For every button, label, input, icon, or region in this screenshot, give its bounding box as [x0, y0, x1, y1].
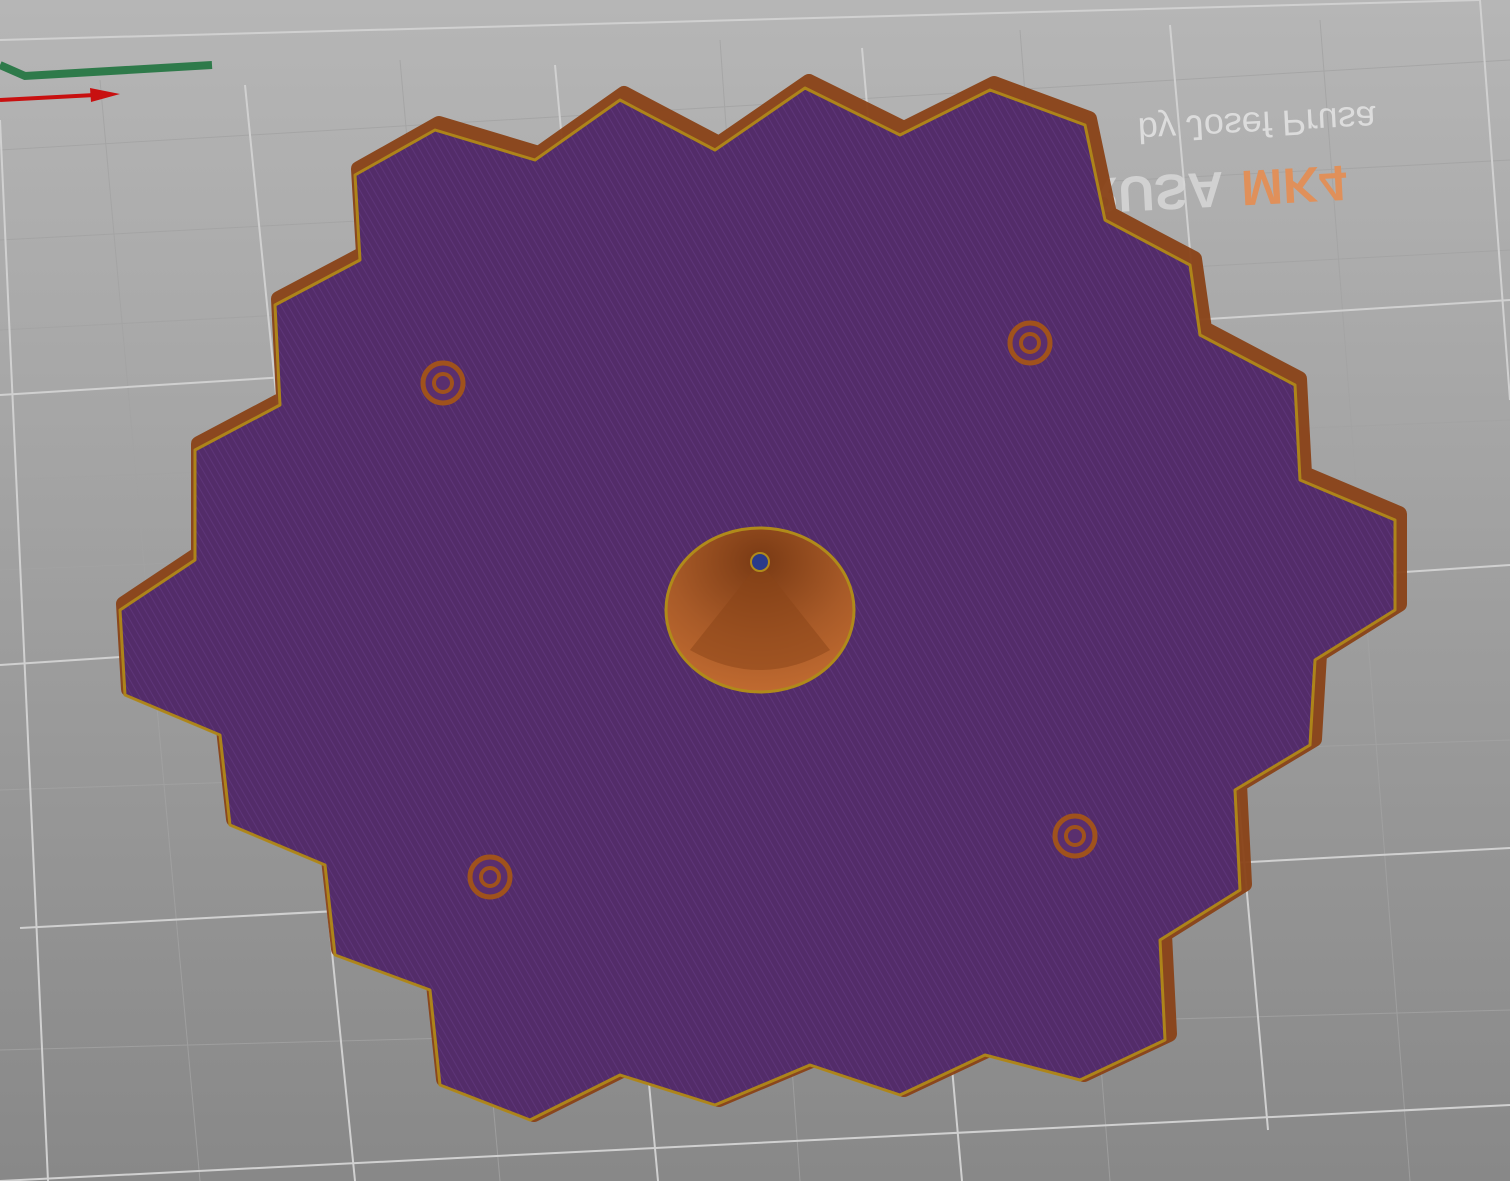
mounting-hole: [420, 360, 466, 406]
cone-tip: [750, 552, 770, 572]
mounting-hole: [1007, 320, 1053, 366]
mounting-hole: [467, 854, 513, 900]
bed-logo-mk4: MK4: [1240, 155, 1349, 216]
mounting-hole: [1052, 813, 1098, 859]
3d-viewport[interactable]: ORIGINAL PRUSA MK4 by Josef Prusa: [0, 0, 1510, 1181]
center-cone: [664, 526, 856, 694]
